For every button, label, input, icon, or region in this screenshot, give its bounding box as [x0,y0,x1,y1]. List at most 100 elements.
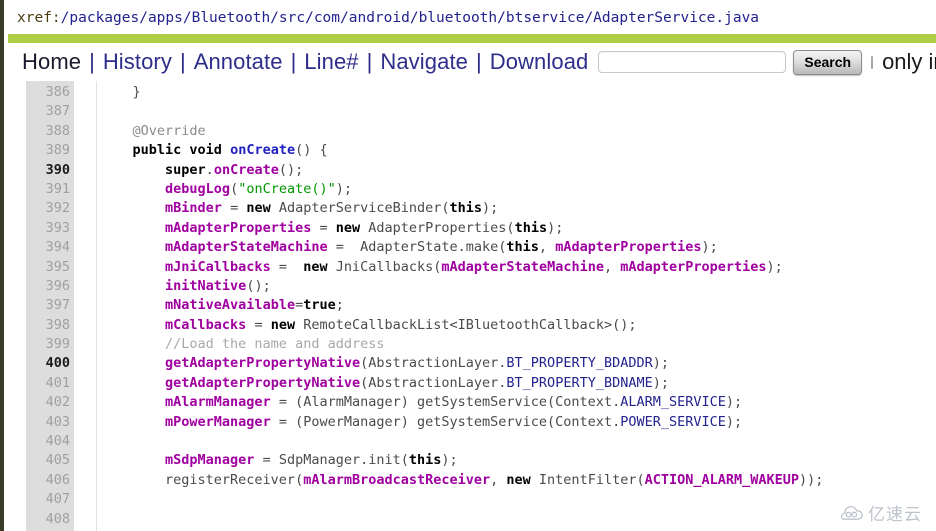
token-var[interactable]: mSdpManager [165,452,254,468]
token-var[interactable]: mJniCallbacks [165,259,271,275]
only-in-label: only in [882,49,936,74]
token-kw: this [506,239,539,256]
code-line: 390 super.onCreate(); [8,161,936,180]
line-number[interactable]: 399 [26,335,70,354]
token-cmt: //Load the name and address [100,336,385,353]
line-number[interactable]: 400 [26,354,70,373]
line-number[interactable]: 393 [26,219,70,238]
token-fn[interactable]: debugLog [165,181,230,197]
line-number[interactable]: 388 [26,122,70,141]
code-text: getAdapterPropertyNative(AbstractionLaye… [100,374,669,393]
xref-label: xref: [17,10,61,26]
token-plain: registerReceiver( [100,471,304,488]
code-line: 393 mAdapterProperties = new AdapterProp… [8,219,936,238]
line-number[interactable]: 404 [26,432,70,451]
code-line: 392 mBinder = new AdapterServiceBinder(t… [8,199,936,218]
token-var[interactable]: mPowerManager [165,414,271,430]
token-var[interactable]: ACTION_ALARM_WAKEUP [645,472,799,488]
search-input[interactable] [598,51,787,73]
token-plain: , [538,239,556,256]
token-fn[interactable]: getAdapterPropertyNative [165,375,360,391]
window-left-inner-edge [4,0,8,531]
token-plain: = (PowerManager) getSystemService(Contex… [270,413,621,430]
line-number[interactable]: 390 [26,161,70,180]
token-plain: , [603,258,621,275]
line-number[interactable]: 401 [26,374,70,393]
line-number[interactable]: 397 [26,296,70,315]
code-text: super.onCreate(); [100,161,303,180]
nav-link-download[interactable]: Download [488,49,591,75]
only-in-checkbox[interactable] [871,55,874,69]
token-kw: new [506,471,531,488]
token-plain: , [490,471,507,488]
code-line: 408 [8,510,936,529]
token-const[interactable]: ALARM_SERVICE [620,394,726,410]
token-kw: super [165,161,206,178]
token-plain: = [311,219,336,236]
code-text: mBinder = new AdapterServiceBinder(this)… [100,199,498,218]
nav-link-home[interactable]: Home [20,49,83,75]
token-fn[interactable]: getAdapterPropertyNative [165,355,360,371]
line-number[interactable]: 389 [26,141,70,160]
line-number[interactable]: 405 [26,451,70,470]
line-number[interactable]: 402 [26,393,70,412]
line-number[interactable]: 398 [26,316,70,335]
line-number[interactable]: 403 [26,413,70,432]
code-line: 402 mAlarmManager = (AlarmManager) getSy… [8,393,936,412]
token-const[interactable]: POWER_SERVICE [620,414,726,430]
code-line: 406 registerReceiver(mAlarmBroadcastRece… [8,471,936,490]
token-var[interactable]: mAdapterStateMachine [165,239,328,255]
token-var[interactable]: mAlarmBroadcastReceiver [303,472,490,488]
code-text: mAdapterStateMachine = AdapterState.make… [100,238,718,257]
line-number[interactable]: 406 [26,471,70,490]
token-plain: )); [799,471,824,488]
token-var[interactable]: mNativeAvailable [165,297,295,313]
token-var[interactable]: mBinder [165,200,222,216]
token-meth[interactable]: onCreate [230,142,295,158]
nav-link-annotate[interactable]: Annotate [192,49,285,75]
token-const[interactable]: BT_PROPERTY_BDADDR [506,355,652,371]
line-number[interactable]: 394 [26,238,70,257]
token-plain: ); [482,200,499,217]
line-number[interactable]: 386 [26,83,70,102]
token-kw: true [303,297,336,314]
code-text: public void onCreate() { [100,141,328,160]
token-fn[interactable]: onCreate [214,162,279,178]
token-plain: ); [701,239,718,256]
code-text: mPowerManager = (PowerManager) getSystem… [100,413,742,432]
code-text: initNative(); [100,277,271,296]
line-number[interactable]: 391 [26,180,70,199]
code-text: } [100,83,141,102]
token-kw: new [270,316,296,333]
token-var[interactable]: mAdapterProperties [555,239,701,255]
line-number[interactable]: 395 [26,258,70,277]
line-number[interactable]: 392 [26,199,70,218]
search-button[interactable]: Search [793,49,863,75]
line-number[interactable]: 387 [26,102,70,121]
code-line: 407 [8,490,936,509]
line-number[interactable]: 408 [26,510,70,529]
line-number[interactable]: 407 [26,490,70,509]
token-var[interactable]: mCallbacks [165,317,246,333]
code-line: 398 mCallbacks = new RemoteCallbackList<… [8,316,936,335]
token-fn[interactable]: initNative [165,278,246,294]
nav-link-line[interactable]: Line# [302,49,360,75]
token-var[interactable]: mAlarmManager [165,394,271,410]
token-var[interactable]: mAdapterProperties [165,220,311,236]
source-code-viewer[interactable]: 386 } 387 388 @Override 389 public void onC… [8,81,936,531]
token-const[interactable]: BT_PROPERTY_BDNAME [506,375,652,391]
xref-path-header: xref:/packages/apps/Bluetooth/src/com/an… [8,0,936,33]
token-plain: = SdpManager.init( [254,452,409,469]
nav-link-navigate[interactable]: Navigate [378,49,470,75]
token-plain: ); [441,452,458,469]
token-var[interactable]: mAdapterProperties [620,259,766,275]
nav-link-history[interactable]: History [101,49,174,75]
token-plain: ( [230,180,239,197]
code-line: 404 [8,432,936,451]
line-number[interactable]: 396 [26,277,70,296]
token-var[interactable]: mAdapterStateMachine [441,259,604,275]
